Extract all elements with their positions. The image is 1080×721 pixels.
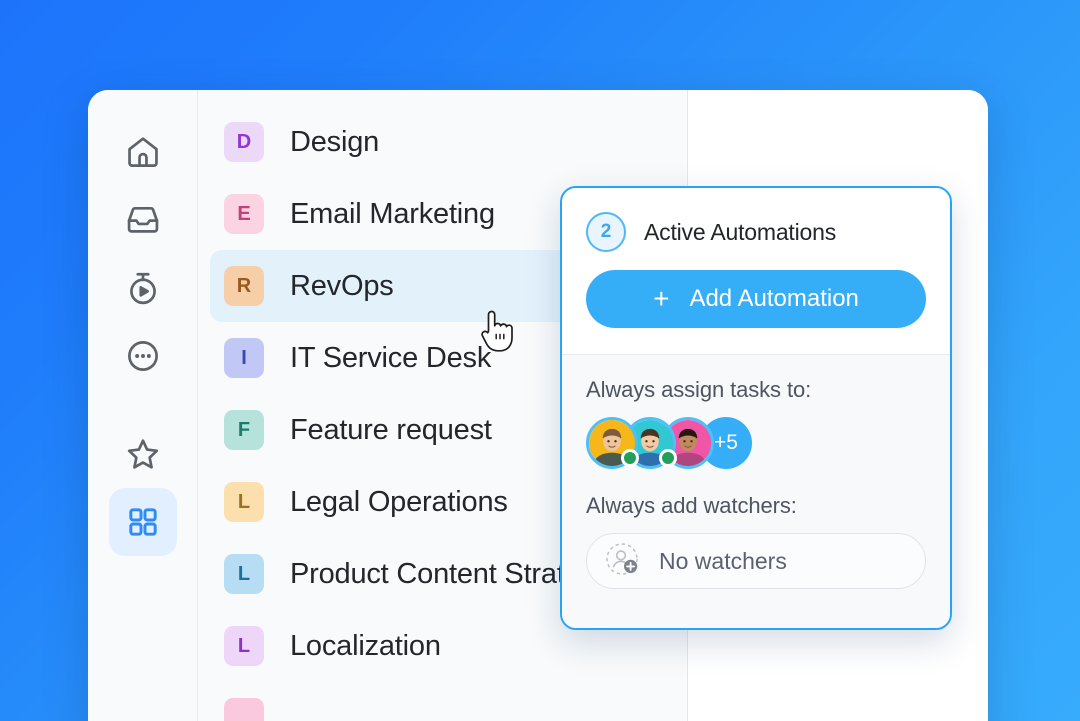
inbox-icon [124,201,162,239]
watchers-field[interactable]: No watchers [586,533,926,589]
rail-item-favorites[interactable] [109,420,177,488]
home-icon [124,133,162,171]
rail-item-more[interactable] [109,322,177,390]
popup-top-section: 2 Active Automations + Add Automation [562,188,950,354]
project-name-label: RevOps [290,269,394,302]
project-name-label: IT Service Desk [290,341,492,374]
add-automation-label: Add Automation [689,285,859,312]
project-row[interactable] [210,682,675,721]
project-name-label: Email Marketing [290,197,495,230]
screenshot-stage: D Design E Email Marketing R RevOps I IT Servic… [0,0,1080,721]
project-name-label: Design [290,125,380,158]
assignee-avatar[interactable] [586,417,639,469]
more-icon [124,337,162,375]
project-avatar-tile: D [224,122,264,162]
automations-popup: 2 Active Automations + Add Automation Al… [560,186,952,630]
add-person-icon [603,539,643,584]
project-avatar-tile: L [224,626,264,666]
project-name-label: Localization [290,629,441,662]
project-avatar-tile [224,698,264,721]
online-status-dot [621,449,639,467]
rail-item-time-track[interactable] [109,254,177,322]
popup-header: 2 Active Automations [586,212,926,252]
project-name-label: Feature request [290,413,492,446]
plus-icon: + [653,283,670,314]
popup-bottom-section: Always assign tasks to: +5 Always add wa… [562,354,950,628]
add-watchers-label: Always add watchers: [586,493,797,518]
rail-item-inbox[interactable] [109,186,177,254]
icon-rail [88,90,198,721]
project-avatar-tile: R [224,266,264,306]
add-automation-button[interactable]: + Add Automation [586,270,926,328]
online-status-dot [659,449,677,467]
assign-tasks-label: Always assign tasks to: [586,377,812,402]
stopwatch-icon [124,269,162,307]
project-avatar-tile: E [224,194,264,234]
popup-title: Active Automations [644,218,837,245]
project-avatar-tile: L [224,554,264,594]
assignee-avatar-stack[interactable]: +5 [586,417,926,469]
project-avatar-tile: I [224,338,264,378]
rail-item-apps[interactable] [108,488,177,556]
watchers-placeholder-text: No watchers [659,547,787,574]
grid-icon [126,505,160,539]
project-name-label: Legal Operations [290,485,508,518]
project-row[interactable]: D Design [210,106,675,178]
rail-item-home[interactable] [109,118,177,186]
star-icon [124,435,162,473]
project-avatar-tile: L [224,482,264,522]
active-automations-count-badge: 2 [586,212,626,252]
project-avatar-tile: F [224,410,264,450]
